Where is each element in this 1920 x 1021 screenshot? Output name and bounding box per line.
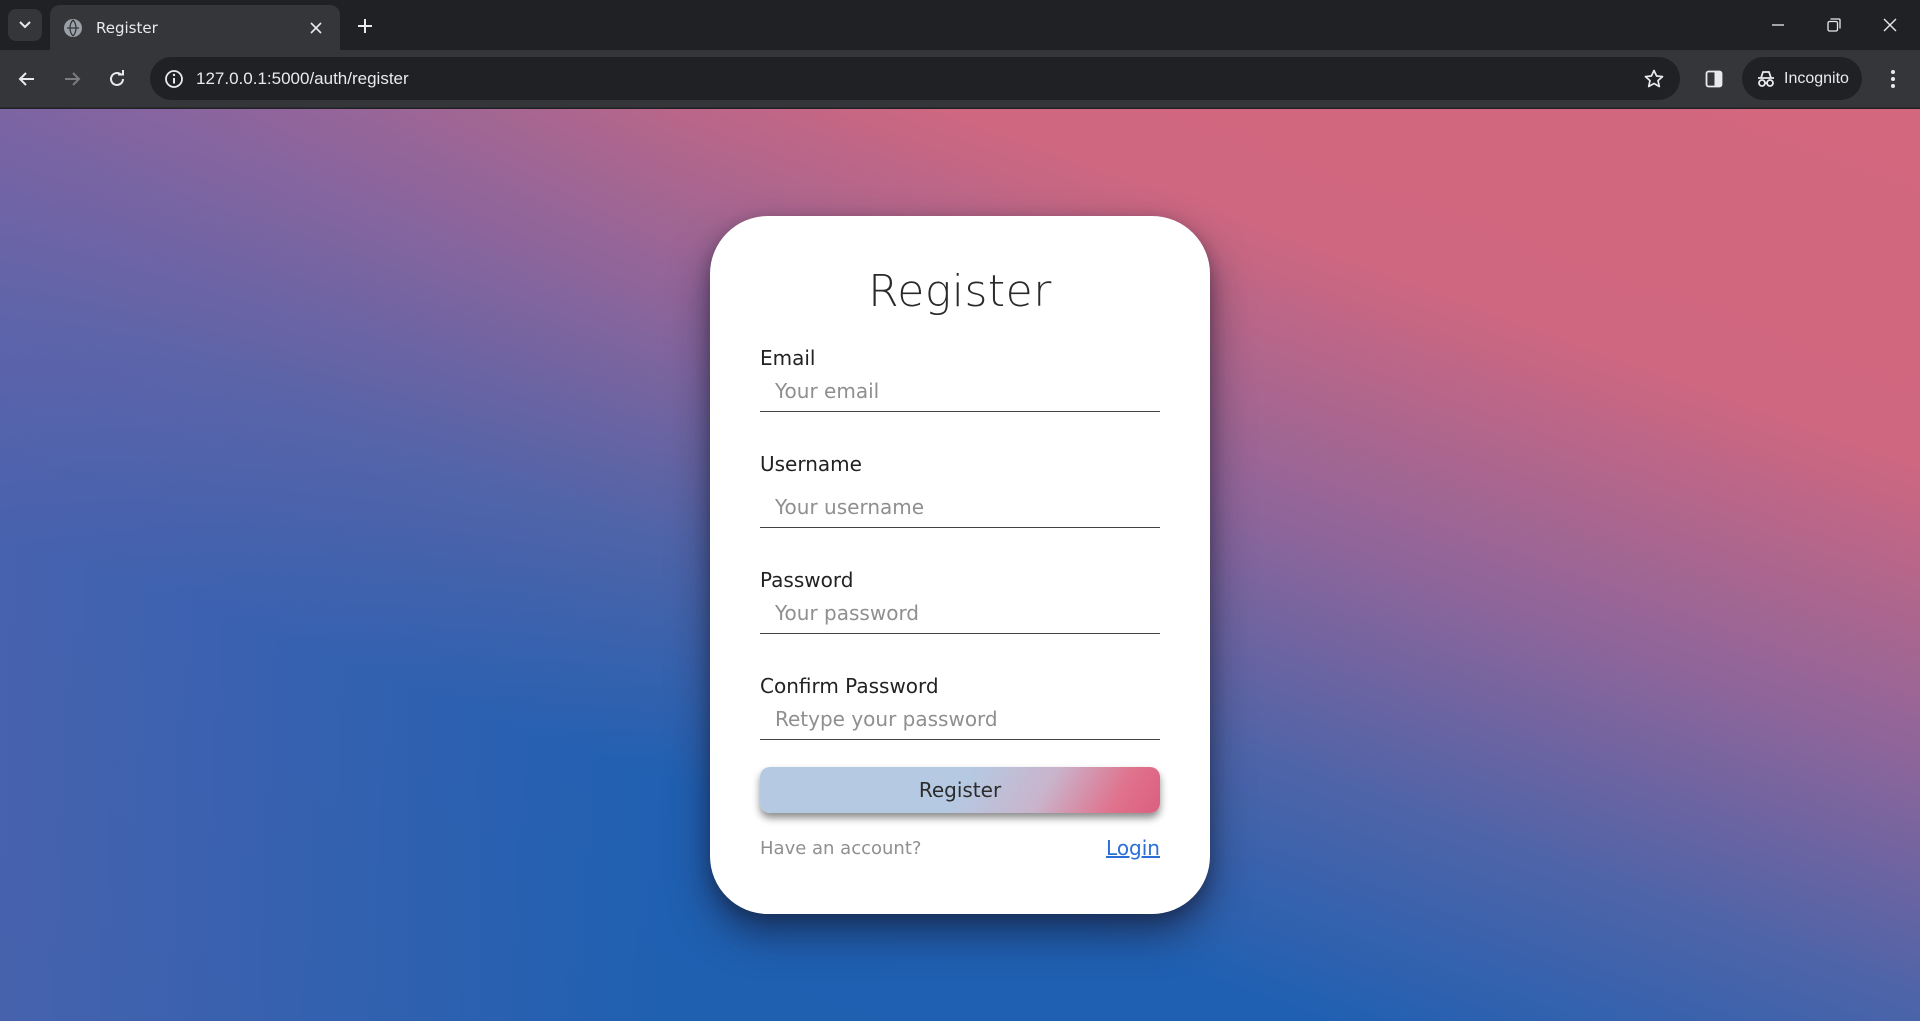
globe-icon bbox=[64, 18, 82, 37]
tab-strip: Register bbox=[0, 0, 1920, 50]
kebab-menu-icon bbox=[1891, 70, 1895, 88]
info-icon[interactable] bbox=[162, 67, 186, 91]
page-title: Register bbox=[868, 266, 1052, 317]
window-close-button[interactable] bbox=[1862, 0, 1918, 50]
password-label: Password bbox=[760, 568, 854, 592]
email-field-group: Email bbox=[760, 346, 1160, 412]
incognito-indicator[interactable]: Incognito bbox=[1742, 57, 1862, 100]
close-icon[interactable] bbox=[304, 16, 328, 40]
tab-search-icon bbox=[19, 21, 31, 29]
browser-toolbar: 127.0.0.1:5000/auth/register Incognito bbox=[0, 50, 1920, 108]
register-button[interactable]: Register bbox=[760, 767, 1160, 813]
browser-menu-button[interactable] bbox=[1876, 62, 1910, 96]
confirm-password-field-group: Confirm Password bbox=[760, 674, 1160, 740]
forward-icon bbox=[65, 72, 81, 86]
password-field[interactable] bbox=[760, 592, 1160, 634]
address-bar[interactable]: 127.0.0.1:5000/auth/register bbox=[150, 57, 1680, 100]
tab-search-button[interactable] bbox=[8, 9, 42, 41]
back-button[interactable] bbox=[10, 62, 44, 96]
tab-register[interactable]: Register bbox=[50, 5, 340, 50]
side-panel-button[interactable] bbox=[1697, 62, 1731, 96]
minimize-button[interactable] bbox=[1750, 0, 1806, 50]
password-field-group: Password bbox=[760, 568, 1160, 634]
email-label: Email bbox=[760, 346, 816, 370]
tab-title: Register bbox=[96, 18, 158, 37]
login-link[interactable]: Login bbox=[1106, 836, 1160, 860]
confirm-password-label: Confirm Password bbox=[760, 674, 939, 698]
email-field[interactable] bbox=[760, 370, 1160, 412]
username-label: Username bbox=[760, 452, 862, 476]
page-viewport: Register Email Username Password Confirm… bbox=[0, 109, 1920, 1021]
star-icon[interactable] bbox=[1636, 61, 1672, 97]
form-footer: Have an account? Login bbox=[760, 836, 1160, 860]
username-field-group: Username bbox=[760, 452, 1160, 528]
restore-icon bbox=[1827, 18, 1841, 32]
incognito-label: Incognito bbox=[1784, 69, 1849, 87]
plus-icon bbox=[358, 19, 372, 33]
restore-button[interactable] bbox=[1806, 0, 1862, 50]
forward-button[interactable] bbox=[55, 62, 89, 96]
window-close-icon bbox=[1883, 18, 1897, 32]
reload-icon bbox=[110, 70, 124, 86]
confirm-password-field[interactable] bbox=[760, 698, 1160, 740]
new-tab-button[interactable] bbox=[350, 11, 380, 41]
side-panel-icon bbox=[1705, 70, 1723, 88]
incognito-icon bbox=[1758, 70, 1774, 87]
back-icon bbox=[18, 72, 34, 86]
register-card: Register Email Username Password Confirm… bbox=[710, 216, 1210, 914]
minimize-icon bbox=[1772, 24, 1784, 26]
have-account-text: Have an account? bbox=[760, 837, 922, 859]
reload-button[interactable] bbox=[100, 62, 134, 96]
username-field[interactable] bbox=[760, 486, 1160, 528]
url-text[interactable]: 127.0.0.1:5000/auth/register bbox=[196, 69, 1636, 89]
